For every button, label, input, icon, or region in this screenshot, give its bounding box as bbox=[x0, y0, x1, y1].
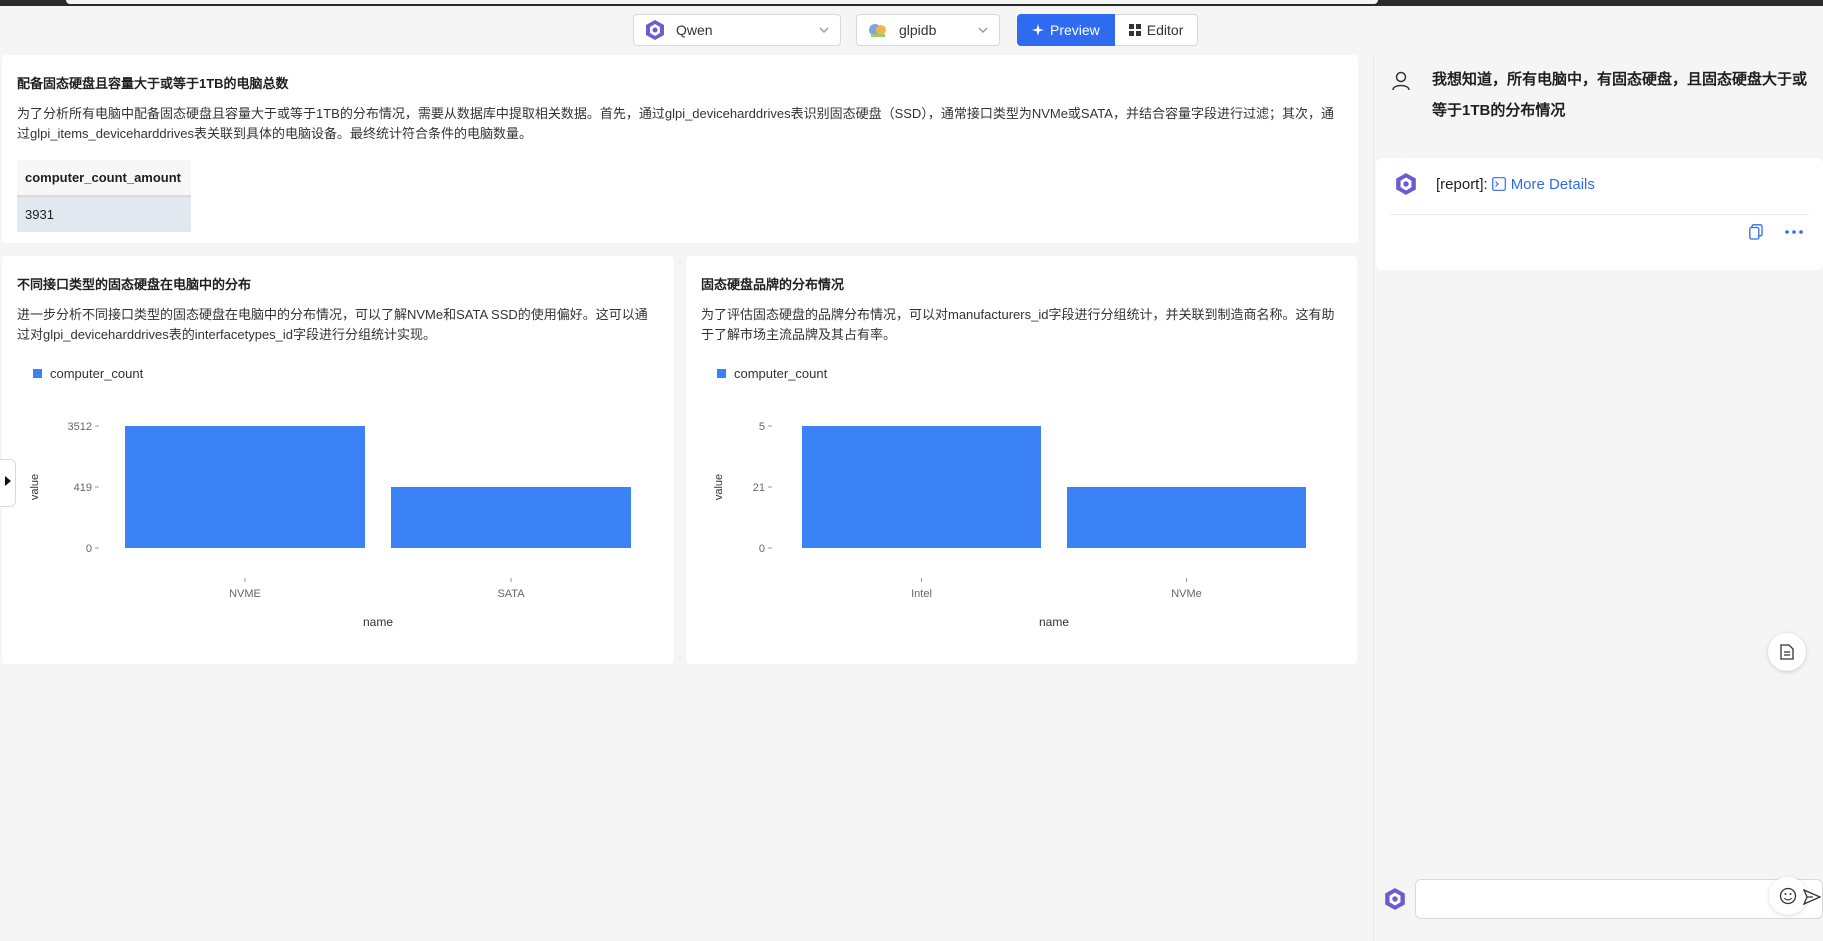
emoji-icon[interactable] bbox=[1769, 877, 1807, 915]
bar bbox=[1067, 487, 1306, 548]
database-select[interactable]: glpidb bbox=[856, 14, 1000, 46]
table-cell: 3931 bbox=[17, 196, 191, 232]
window-top-strip bbox=[0, 0, 1823, 6]
view-toggle: Preview Editor bbox=[1017, 14, 1199, 46]
bar bbox=[125, 426, 365, 548]
more-options-icon[interactable] bbox=[1785, 230, 1803, 234]
database-logo-icon bbox=[867, 19, 889, 41]
qwen-logo-icon bbox=[644, 19, 666, 41]
y-axis-label: value bbox=[713, 474, 725, 500]
preview-label: Preview bbox=[1050, 22, 1100, 38]
bot-avatar-icon bbox=[1383, 887, 1407, 911]
database-select-label: glpidb bbox=[899, 22, 937, 38]
copy-icon[interactable] bbox=[1749, 224, 1763, 240]
y-tick-label: 3512 bbox=[68, 421, 92, 433]
x-tick-label: NVMe bbox=[1171, 588, 1202, 600]
table-header: computer_count_amount bbox=[17, 160, 191, 197]
bar bbox=[391, 487, 631, 548]
x-tick-label: NVME bbox=[229, 588, 261, 600]
interface-chart-panel: 不同接口类型的固态硬盘在电脑中的分布 进一步分析不同接口类型的固态硬盘在电脑中的… bbox=[2, 256, 674, 664]
y-tick-label: 21 bbox=[753, 482, 765, 494]
summary-description: 为了分析所有电脑中配备固态硬盘且容量大于或等于1TB的分布情况，需要从数据库中提… bbox=[17, 106, 1334, 141]
y-tick-label: 0 bbox=[759, 543, 765, 555]
sidebar-expand-toggle[interactable] bbox=[0, 459, 16, 507]
chevron-down-icon bbox=[977, 24, 989, 36]
send-icon[interactable] bbox=[1802, 888, 1822, 910]
editor-button[interactable]: Editor bbox=[1114, 14, 1199, 46]
brand-bar-chart: 0 21 5 Intel NVMe name value bbox=[713, 421, 1306, 629]
y-tick-label: 5 bbox=[759, 421, 765, 433]
bot-report-prefix: [report]: bbox=[1436, 175, 1488, 193]
interface-bar-chart: 0 419 3512 NVME SATA name value bbox=[29, 421, 631, 629]
editor-label: Editor bbox=[1146, 22, 1184, 38]
bar bbox=[802, 426, 1041, 548]
x-axis-label: name bbox=[1039, 615, 1069, 629]
x-tick-label: SATA bbox=[497, 588, 525, 600]
sparkle-icon bbox=[1032, 24, 1044, 36]
bot-message: [report]: More Details bbox=[1376, 158, 1823, 270]
chat-input[interactable] bbox=[1415, 879, 1823, 919]
y-axis-label: value bbox=[29, 474, 41, 500]
result-table: computer_count_amount 3931 bbox=[17, 160, 191, 232]
terminal-icon bbox=[1491, 177, 1506, 191]
divider bbox=[1390, 214, 1809, 215]
more-details-link[interactable]: More Details bbox=[1491, 175, 1595, 193]
chevron-down-icon bbox=[818, 24, 830, 36]
y-tick-label: 0 bbox=[86, 543, 92, 555]
x-axis-label: name bbox=[363, 615, 393, 629]
more-details-label: More Details bbox=[1510, 175, 1595, 193]
bot-avatar-icon bbox=[1394, 172, 1418, 196]
document-icon[interactable] bbox=[1768, 633, 1806, 671]
model-select-label: Qwen bbox=[676, 22, 713, 38]
user-message-text: 我想知道，所有电脑中，有固态硬盘，且固态硬盘大于或等于1TB的分布情况 bbox=[1432, 71, 1808, 119]
user-message: 我想知道，所有电脑中，有固态硬盘，且固态硬盘大于或等于1TB的分布情况 bbox=[1390, 64, 1810, 126]
y-tick-label: 419 bbox=[74, 482, 92, 494]
caret-right-icon bbox=[4, 474, 12, 492]
grid-icon bbox=[1128, 24, 1141, 36]
preview-button[interactable]: Preview bbox=[1017, 14, 1115, 46]
chat-input-bar bbox=[1383, 877, 1823, 921]
user-avatar-icon bbox=[1390, 70, 1412, 92]
model-select[interactable]: Qwen bbox=[633, 14, 841, 46]
summary-panel: 配备固态硬盘且容量大于或等于1TB的电脑总数 为了分析所有电脑中配备固态硬盘且容… bbox=[2, 55, 1358, 243]
x-tick-label: Intel bbox=[911, 588, 932, 600]
brand-chart-panel: 固态硬盘品牌的分布情况 为了评估固态硬盘的品牌分布情况，可以对manufactu… bbox=[686, 256, 1357, 664]
summary-title: 配备固态硬盘且容量大于或等于1TB的电脑总数 bbox=[17, 76, 289, 91]
